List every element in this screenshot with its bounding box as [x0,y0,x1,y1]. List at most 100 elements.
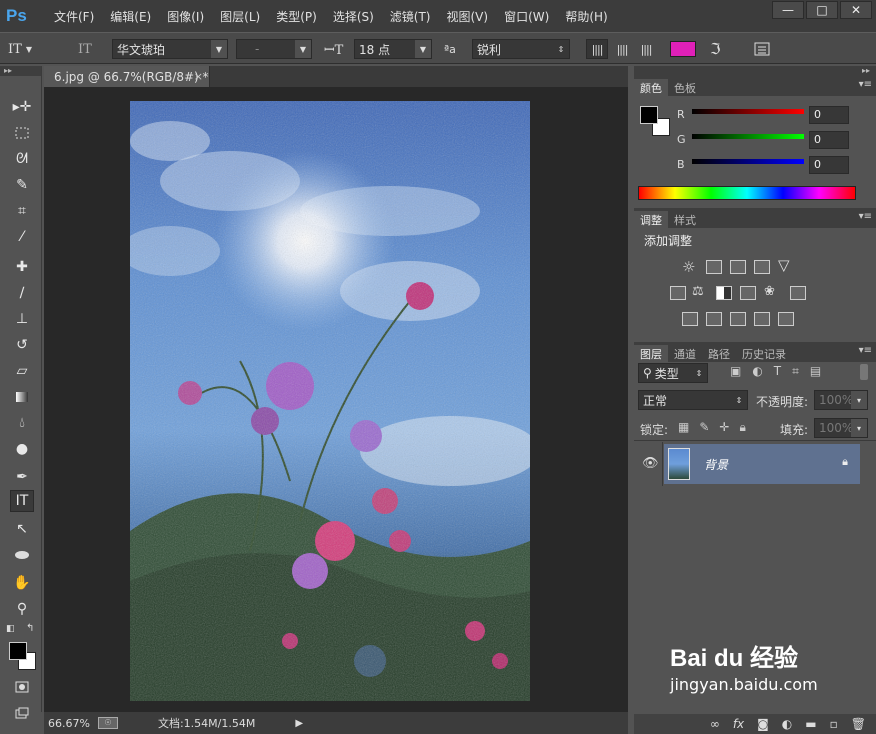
eye-visibility-icon[interactable]: 👁︎ [642,456,659,471]
tab-channels[interactable]: 通道 [668,345,702,362]
fill-field[interactable]: 100% ▾ [814,418,868,438]
clone-stamp-tool-icon[interactable]: ⊥ [10,308,34,330]
exposure-adjust-icon[interactable] [754,260,770,274]
status-menu-arrow-icon[interactable]: ▶ [295,718,303,729]
menu-layer[interactable]: 图层(L) [212,8,268,25]
filter-toggle-switch[interactable] [860,364,868,380]
path-select-tool-icon[interactable]: ↖ [10,518,34,540]
dock-collapse-icon[interactable]: ▸▸ [634,66,876,76]
black-white-icon[interactable] [716,286,732,300]
foreground-color-swatch[interactable] [640,106,658,124]
color-spectrum-ramp[interactable] [638,186,856,200]
history-brush-tool-icon[interactable]: ↺ [10,334,34,356]
tab-paths[interactable]: 路径 [702,345,736,362]
crop-tool-icon[interactable]: ⌗ [10,200,34,222]
lasso-tool-icon[interactable]: ᘛ [10,148,34,170]
trash-icon[interactable]: 🗑︎ [851,717,866,731]
foreground-color-swatch[interactable] [9,642,27,660]
brush-tool-icon[interactable]: ∕ [10,282,34,304]
eyedropper-tool-icon[interactable]: ⁄ [10,226,34,248]
green-value-field[interactable]: 0 [809,131,849,149]
minimize-button[interactable]: — [772,1,804,19]
layer-name[interactable]: 背景 [704,456,728,473]
green-slider[interactable] [692,134,804,139]
quick-mask-icon[interactable] [10,676,34,698]
blue-value-field[interactable]: 0 [809,156,849,174]
levels-adjust-icon[interactable] [706,260,722,274]
fx-icon[interactable]: fx [733,717,744,731]
tab-layers[interactable]: 图层 [634,345,668,362]
tab-color[interactable]: 颜色 [634,79,668,96]
panel-collapse-icon[interactable]: ▸▸ [0,66,41,76]
ellipse-tool-icon[interactable] [10,544,34,566]
tab-adjustments[interactable]: 调整 [634,211,668,228]
selective-color-icon[interactable] [754,312,770,326]
curves-adjust-icon[interactable] [730,260,746,274]
posterize-icon[interactable] [706,312,722,326]
menu-filter[interactable]: 滤镜(T) [382,8,439,25]
menu-type[interactable]: 类型(P) [268,8,325,25]
font-style-select[interactable]: - ▼ [236,39,312,59]
gradient-tool-icon[interactable] [10,386,34,408]
document-tab[interactable]: 6.jpg @ 66.7%(RGB/8#) * × [44,66,210,87]
channel-mixer-icon[interactable]: ❀ [764,284,775,299]
red-slider[interactable] [692,109,804,114]
align-center-button[interactable]: |||| [612,39,632,59]
color-lookup-icon[interactable] [790,286,806,300]
red-value-field[interactable]: 0 [809,106,849,124]
vibrance-adjust-icon[interactable]: ▽ [778,256,790,274]
layer-filter-select[interactable]: ⚲ 类型 ⇕ [638,363,708,383]
tool-preset-picker[interactable]: IT ▼ [8,39,32,59]
menu-edit[interactable]: 编辑(E) [102,8,159,25]
gradient-map-icon[interactable] [778,312,794,326]
blue-slider[interactable] [692,159,804,164]
screen-mode-icon[interactable] [10,702,34,724]
type-tool-icon[interactable]: IT [10,490,34,512]
new-group-icon[interactable]: ▬ [805,717,816,731]
tab-styles[interactable]: 样式 [668,211,702,228]
menu-file[interactable]: 文件(F) [46,8,102,25]
font-family-select[interactable]: 华文琥珀 ▼ [112,39,228,59]
dodge-tool-icon[interactable]: ● [10,438,34,460]
warp-text-button[interactable]: ℑ [710,39,720,59]
adjustment-layer-icon[interactable]: ◐ [782,717,792,731]
opacity-field[interactable]: 100% ▾ [814,390,868,410]
color-balance-icon[interactable]: ⚖ [692,284,704,299]
zoom-tool-icon[interactable]: ⚲ [10,598,34,620]
swap-colors-icon[interactable]: ↰ [26,623,34,634]
layer-filter-type-icons[interactable]: ▣◐T⌗▤ [730,364,832,379]
lock-options-icons[interactable]: ▦✎✛🔒︎ [678,420,756,435]
hue-saturation-icon[interactable] [670,286,686,300]
text-color-swatch[interactable] [670,41,696,57]
hand-tool-icon[interactable]: ✋ [10,572,34,594]
menu-view[interactable]: 视图(V) [439,8,497,25]
close-tab-icon[interactable]: × [194,70,203,83]
blend-mode-select[interactable]: 正常 ⇕ [638,390,748,410]
brightness-adjust-icon[interactable]: ☼ [682,258,695,276]
zoom-level[interactable]: 66.67% [48,717,90,730]
status-share-icon[interactable]: ☉ [97,717,118,729]
close-button[interactable]: ✕ [840,1,872,19]
quick-select-tool-icon[interactable]: ✎ [10,174,34,196]
panel-menu-icon[interactable]: ▾≡ [859,79,872,90]
tab-swatches[interactable]: 色板 [668,79,702,96]
align-right-button[interactable]: |||| [636,39,656,59]
font-size-select[interactable]: 18 点 ▼ [354,39,432,59]
menu-image[interactable]: 图像(I) [159,8,212,25]
character-panel-button[interactable] [752,39,772,59]
menu-help[interactable]: 帮助(H) [557,8,615,25]
pen-tool-icon[interactable]: ✒ [10,466,34,488]
layer-row-background[interactable]: 背景 🔒︎ [664,444,860,484]
eraser-tool-icon[interactable]: ▱ [10,360,34,382]
document-image[interactable] [130,101,530,701]
new-layer-icon[interactable]: ▫ [830,717,838,731]
healing-brush-tool-icon[interactable]: ✚ [10,256,34,278]
link-layers-icon[interactable]: ∞ [710,717,720,731]
add-mask-icon[interactable]: ◙ [757,717,769,731]
marquee-tool-icon[interactable] [10,122,34,144]
anti-alias-select[interactable]: 锐利 ⇕ [472,39,570,59]
menu-select[interactable]: 选择(S) [325,8,382,25]
restore-button[interactable]: □ [806,1,838,19]
blur-tool-icon[interactable]: 💧︎ [10,412,34,434]
align-left-button[interactable]: |||| [586,39,608,59]
